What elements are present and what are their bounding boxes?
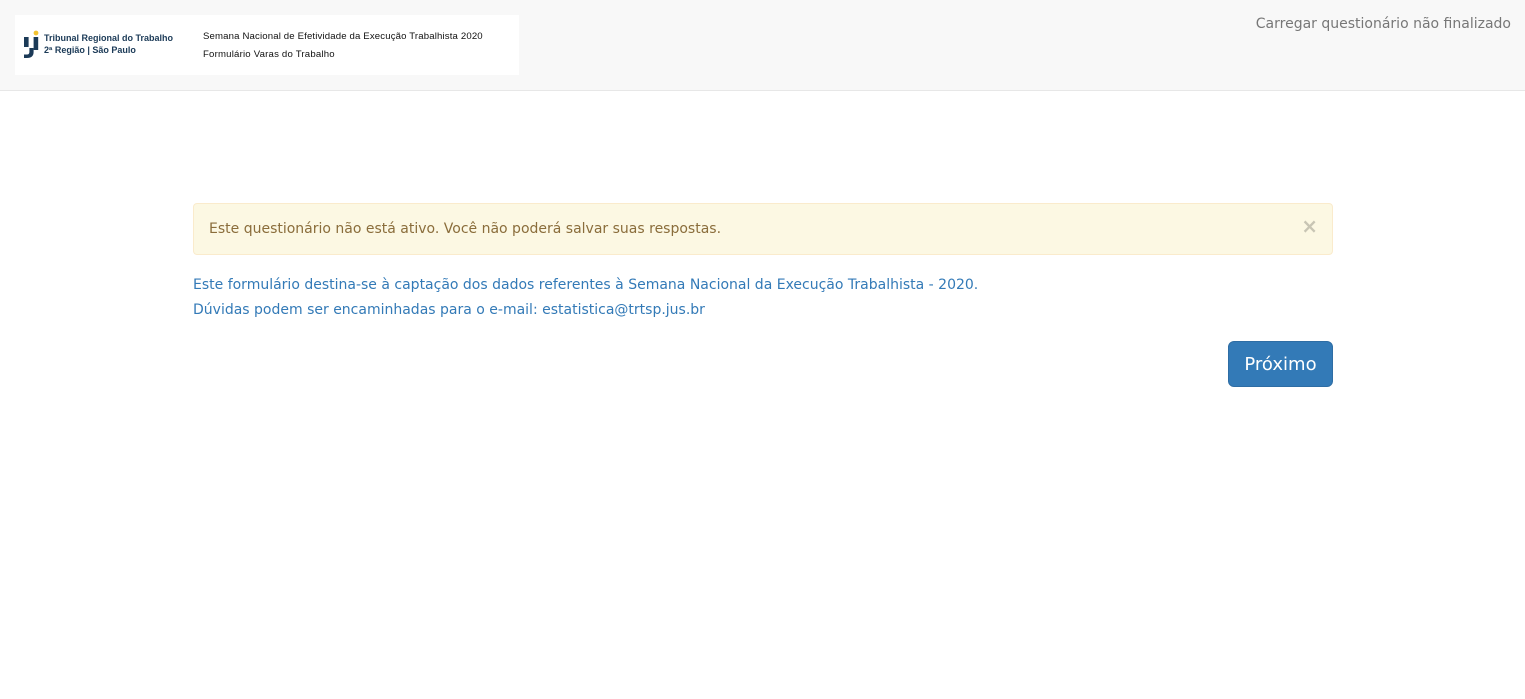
- intro-line-2: Dúvidas podem ser encaminhadas para o e-…: [193, 302, 705, 318]
- load-unfinished-link[interactable]: Carregar questionário não finalizado: [1256, 16, 1511, 32]
- close-icon[interactable]: ×: [1301, 216, 1318, 236]
- intro-text: Este formulário destina-se à captação do…: [193, 273, 978, 323]
- org-name-line2: 2ª Região | São Paulo: [44, 45, 136, 55]
- org-name-line1: Tribunal Regional do Trabalho: [44, 33, 174, 43]
- top-navbar: Tribunal Regional do Trabalho 2ª Região …: [0, 0, 1525, 91]
- form-subtitle: Formulário Varas do Trabalho: [203, 49, 335, 60]
- alert-message: Este questionário não está ativo. Você n…: [209, 221, 722, 237]
- form-title-block: Semana Nacional de Efetividade da Execuç…: [203, 31, 483, 61]
- next-button[interactable]: Próximo: [1228, 341, 1333, 387]
- intro-line-1: Este formulário destina-se à captação do…: [193, 277, 979, 293]
- trt-logo-icon: [24, 30, 39, 58]
- inactive-warning-alert: Este questionário não está ativo. Você n…: [193, 203, 1333, 255]
- org-name: Tribunal Regional do Trabalho 2ª Região …: [44, 32, 173, 56]
- form-title: Semana Nacional de Efetividade da Execuç…: [203, 31, 483, 42]
- brand-banner[interactable]: Tribunal Regional do Trabalho 2ª Região …: [15, 15, 519, 75]
